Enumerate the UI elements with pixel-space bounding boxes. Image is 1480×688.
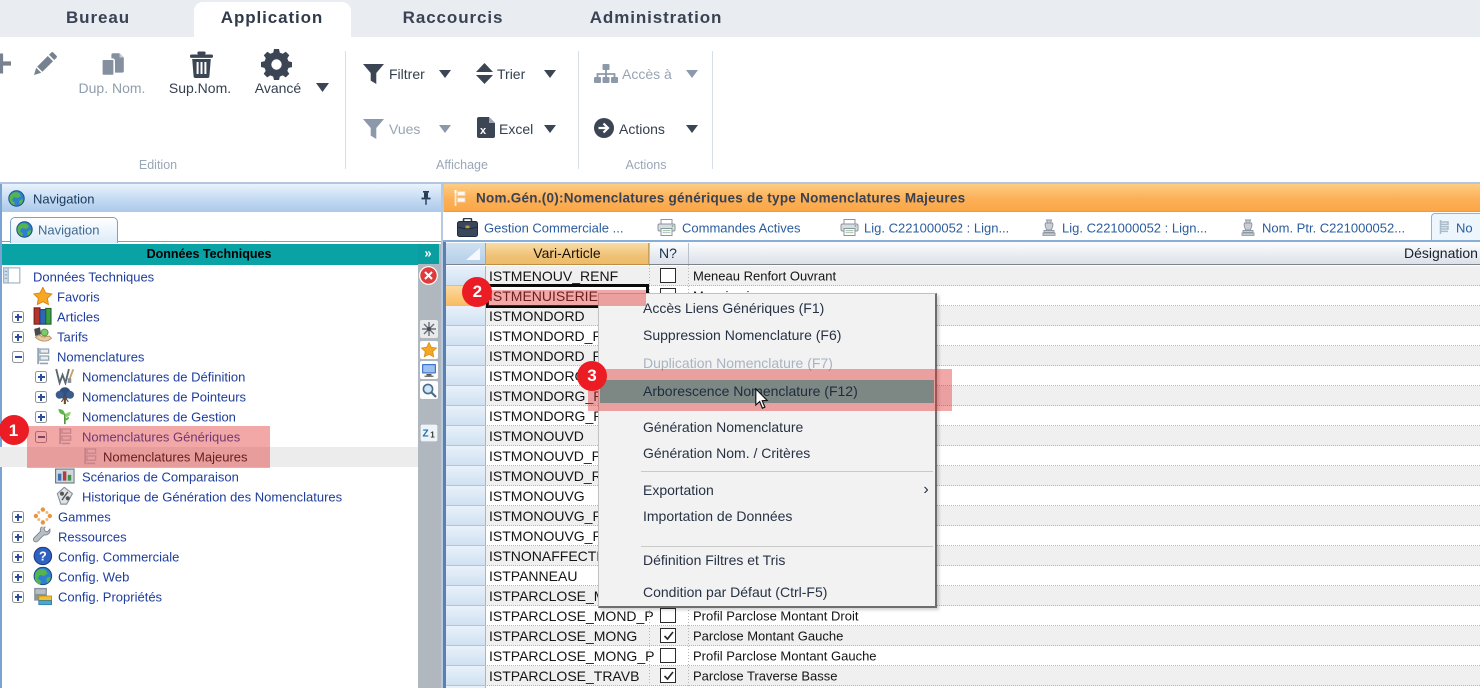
svg-text:Z: Z [422, 429, 428, 440]
svg-text:?: ? [39, 549, 47, 564]
svg-text:x: x [480, 125, 487, 137]
svg-text:1: 1 [430, 431, 435, 440]
